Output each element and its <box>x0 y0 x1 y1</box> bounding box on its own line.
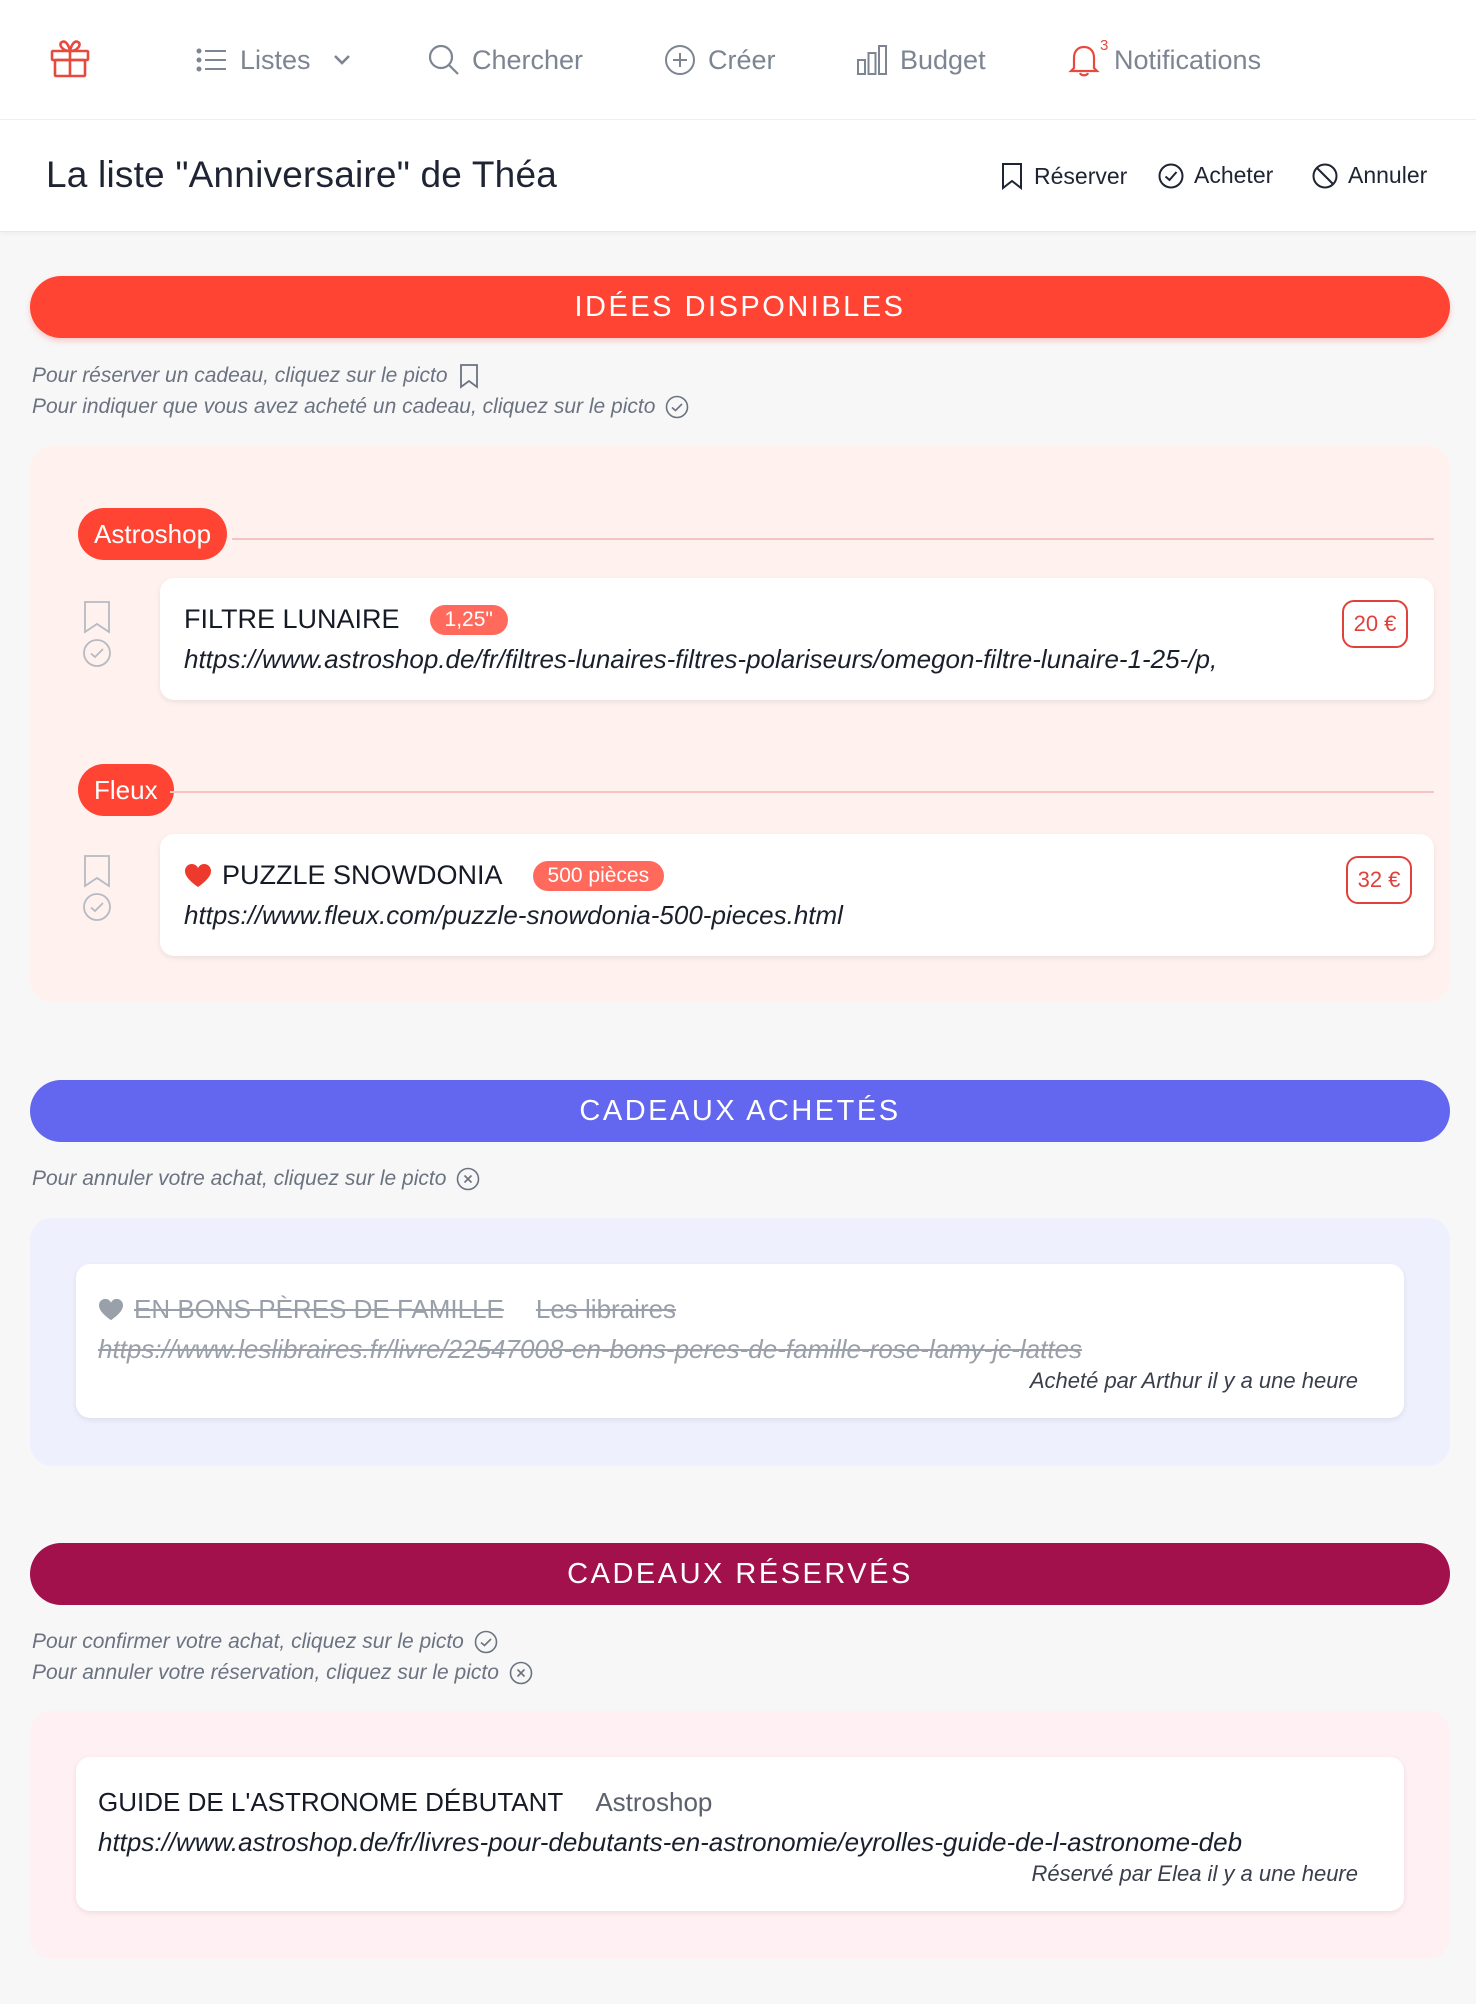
list-icon <box>196 48 226 72</box>
search-icon <box>428 44 459 75</box>
chevron-down-icon <box>333 55 350 65</box>
bookmark-icon <box>1002 163 1022 190</box>
gift-url[interactable]: https://www.fleux.com/puzzle-snowdonia-5… <box>184 900 843 931</box>
check-circle-icon <box>474 1630 498 1654</box>
gift-title: PUZZLE SNOWDONIA <box>222 860 503 890</box>
bar-chart-icon <box>857 45 887 75</box>
gift-title: GUIDE DE L'ASTRONOME DÉBUTANT <box>98 1787 564 1817</box>
section-reserves-banner: CADEAUX RÉSERVÉS <box>30 1543 1450 1605</box>
hint-acheter: Pour indiquer que vous avez acheté un ca… <box>32 395 689 419</box>
nav-budget[interactable]: Budget <box>856 38 986 82</box>
gift-title-row: PUZZLE SNOWDONIA 500 pièces <box>184 860 665 891</box>
nav-chercher-label: Chercher <box>472 44 584 75</box>
bell-icon <box>1068 45 1100 77</box>
idees-panel: Astroshop FILTRE LUNAIRE 1,25" https://w… <box>30 446 1450 1002</box>
section-achetes-banner: CADEAUX ACHETÉS <box>30 1080 1450 1142</box>
gift-title-row: EN BONS PÈRES DE FAMILLE Les libraires <box>98 1294 676 1325</box>
reserver-button[interactable]: Réserver <box>1000 162 1127 190</box>
reserved-card[interactable]: GUIDE DE L'ASTRONOME DÉBUTANT Astroshop … <box>76 1757 1404 1911</box>
check-circle-icon[interactable] <box>82 892 112 922</box>
page-title: La liste "Anniversaire" de Théa <box>46 154 558 195</box>
gift-url[interactable]: https://www.astroshop.de/fr/filtres-luna… <box>184 644 1217 675</box>
price-badge: 20 € <box>1342 600 1408 648</box>
hint-reserver: Pour réserver un cadeau, cliquez sur le … <box>32 363 480 389</box>
item-actions <box>82 600 116 668</box>
divider <box>170 791 1434 793</box>
reservation-meta: Réservé par Elea il y a une heure <box>1031 1861 1358 1886</box>
gift-shop: Les libraires <box>535 1294 677 1324</box>
gift-shop: Astroshop <box>595 1787 713 1817</box>
top-navigation: Listes Chercher Créer Budget 3 Notificat <box>0 0 1476 120</box>
annuler-button[interactable]: Annuler <box>1312 162 1427 189</box>
gift-tag: 1,25" <box>429 604 508 635</box>
acheter-label: Acheter <box>1194 162 1274 188</box>
x-circle-icon <box>509 1661 533 1685</box>
hint-reserver-text: Pour réserver un cadeau, cliquez sur le … <box>32 364 448 387</box>
achetes-panel: EN BONS PÈRES DE FAMILLE Les libraires h… <box>30 1218 1450 1466</box>
heart-icon <box>185 863 211 887</box>
reserves-panel: GUIDE DE L'ASTRONOME DÉBUTANT Astroshop … <box>30 1711 1450 1959</box>
divider <box>232 538 1434 540</box>
x-circle-icon <box>457 1167 480 1191</box>
check-circle-icon <box>666 395 689 419</box>
nav-budget-label: Budget <box>900 44 986 75</box>
gift-title: EN BONS PÈRES DE FAMILLE <box>134 1294 504 1324</box>
check-circle-icon[interactable] <box>82 638 112 668</box>
nav-listes[interactable]: Listes <box>196 38 363 82</box>
price-badge: 32 € <box>1346 856 1412 904</box>
hint-annuler-reservation-text: Pour annuler votre réservation, cliquez … <box>32 1661 499 1684</box>
heart-icon <box>99 1298 123 1320</box>
gift-tag: 500 pièces <box>532 860 665 891</box>
hint-confirmer-text: Pour confirmer votre achat, cliquez sur … <box>32 1630 464 1653</box>
gift-icon[interactable] <box>48 36 92 80</box>
gift-url[interactable]: https://www.astroshop.de/fr/livres-pour-… <box>98 1827 1242 1858</box>
purchase-meta: Acheté par Arthur il y a une heure <box>1029 1368 1358 1393</box>
hint-confirmer-achat: Pour confirmer votre achat, cliquez sur … <box>32 1630 498 1654</box>
annuler-label: Annuler <box>1348 162 1428 188</box>
shop-label: Astroshop <box>78 508 228 560</box>
hint-acheter-text: Pour indiquer que vous avez acheté un ca… <box>32 395 656 418</box>
gift-url[interactable]: https://www.leslibraires.fr/livre/225470… <box>98 1334 1082 1365</box>
bookmark-icon[interactable] <box>82 854 112 888</box>
gift-card[interactable]: FILTRE LUNAIRE 1,25" https://www.astrosh… <box>160 578 1434 700</box>
nav-creer[interactable]: Créer <box>664 38 776 82</box>
item-actions <box>82 854 116 922</box>
gift-title-row: GUIDE DE L'ASTRONOME DÉBUTANT Astroshop <box>98 1787 712 1818</box>
acheter-button[interactable]: Acheter <box>1158 162 1273 189</box>
purchased-card[interactable]: EN BONS PÈRES DE FAMILLE Les libraires h… <box>76 1264 1404 1418</box>
reserver-label: Réserver <box>1034 162 1128 189</box>
hint-annuler-achat: Pour annuler votre achat, cliquez sur le… <box>32 1167 480 1191</box>
plus-circle-icon <box>665 45 695 75</box>
ban-icon <box>1312 163 1338 188</box>
nav-chercher[interactable]: Chercher <box>428 38 583 82</box>
bookmark-icon <box>459 364 478 389</box>
hint-annuler-achat-text: Pour annuler votre achat, cliquez sur le… <box>32 1167 447 1190</box>
section-idees-banner: IDÉES DISPONIBLES <box>30 276 1450 338</box>
bookmark-icon[interactable] <box>82 600 112 634</box>
notification-count-badge: 3 <box>1100 37 1109 54</box>
nav-notifications[interactable]: 3 Notifications <box>1068 37 1262 82</box>
check-circle-icon <box>1158 163 1184 188</box>
nav-listes-label: Listes <box>240 44 311 75</box>
gift-card[interactable]: PUZZLE SNOWDONIA 500 pièces https://www.… <box>160 834 1434 956</box>
nav-creer-label: Créer <box>708 44 776 75</box>
list-header: La liste "Anniversaire" de Théa Réserver… <box>0 120 1476 232</box>
hint-annuler-reservation: Pour annuler votre réservation, cliquez … <box>32 1661 533 1685</box>
gift-title-row: FILTRE LUNAIRE 1,25" <box>184 604 508 635</box>
shop-label: Fleux <box>78 764 174 816</box>
nav-notifications-label: Notifications <box>1114 44 1262 75</box>
gift-title: FILTRE LUNAIRE <box>184 604 400 634</box>
